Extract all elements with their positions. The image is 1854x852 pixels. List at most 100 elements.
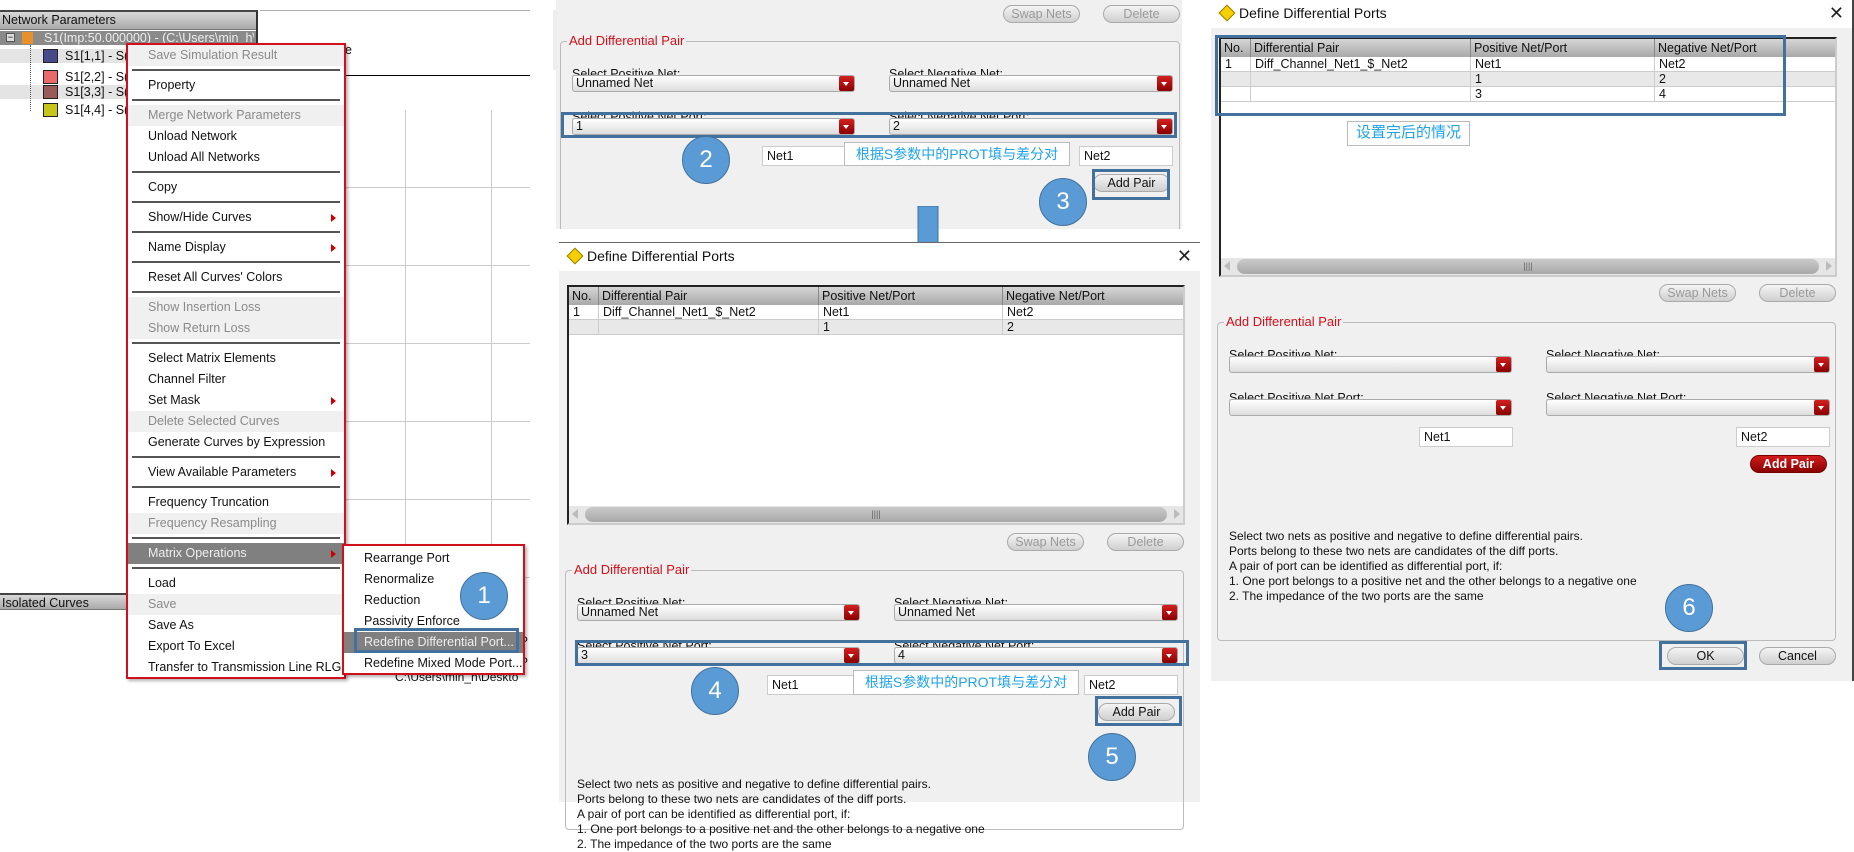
table-header-0[interactable]: No. (569, 287, 599, 305)
menu-item-property[interactable]: Property (128, 75, 344, 96)
scrollbar-thumb[interactable]: |||| (585, 507, 1167, 522)
net1-name-input[interactable]: Net1 (767, 675, 861, 695)
neg-port-select[interactable] (1546, 399, 1830, 416)
highlight-redefine-diff-port (354, 628, 519, 653)
cancel-button[interactable]: Cancel (1759, 647, 1836, 665)
dialog-title: Define Differential Ports (587, 248, 735, 264)
menu-item-select-matrix-elements[interactable]: Select Matrix Elements (128, 348, 344, 369)
menu-item-label: Channel Filter (148, 372, 226, 386)
help-text-line: 1. One port belongs to a positive net an… (1229, 574, 1637, 588)
dropdown-arrow-icon[interactable] (839, 76, 854, 91)
menu-item-transfer-to-transmission-line-rlgc[interactable]: Transfer to Transmission Line RLGC (128, 657, 344, 677)
dropdown-arrow-icon[interactable] (1814, 400, 1829, 415)
menu-item-show-insertion-loss: Show Insertion Loss (128, 297, 344, 318)
menu-item-copy[interactable]: Copy (128, 177, 344, 198)
menu-item-load[interactable]: Load (128, 573, 344, 594)
table-cell[interactable]: 2 (1003, 320, 1183, 335)
table-cell[interactable] (569, 320, 599, 335)
menu-item-label: Renormalize (364, 572, 435, 586)
scroll-left-icon[interactable] (572, 509, 578, 519)
collapse-icon[interactable]: − (6, 33, 15, 42)
add-differential-pair-group: Add Differential Pair Select Positive Net… (1217, 314, 1836, 641)
net1-name-input[interactable]: Net1 (762, 146, 856, 166)
menu-item-show-hide-curves[interactable]: Show/Hide Curves (128, 207, 344, 228)
net1-name-input[interactable]: Net1 (1419, 427, 1513, 447)
table-header-1[interactable]: Differential Pair (599, 287, 819, 305)
menu-item-reset-all-curves-colors[interactable]: Reset All Curves' Colors (128, 267, 344, 288)
menu-item-view-available-parameters[interactable]: View Available Parameters (128, 462, 344, 483)
curve-color-swatch[interactable] (43, 49, 58, 63)
menu-item-unload-network[interactable]: Unload Network (128, 126, 344, 147)
swap-nets-button[interactable]: Swap Nets (1003, 5, 1080, 23)
table-cell[interactable]: 1 (569, 305, 599, 320)
dropdown-arrow-icon[interactable] (1157, 76, 1172, 91)
scroll-right-icon[interactable] (1826, 261, 1832, 271)
delete-button[interactable]: Delete (1759, 284, 1836, 302)
table-cell[interactable]: Diff_Channel_Net1_$_Net2 (599, 305, 819, 320)
horizontal-scrollbar[interactable]: |||| (1221, 258, 1835, 275)
menu-item-name-display[interactable]: Name Display (128, 237, 344, 258)
dialog-title-bar: Define Differential Ports ✕ (1211, 0, 1852, 28)
menu-item-frequency-truncation[interactable]: Frequency Truncation (128, 492, 344, 513)
dropdown-arrow-icon[interactable] (1496, 400, 1511, 415)
help-text-line: 1. One port belongs to a positive net an… (577, 822, 985, 836)
dropdown-arrow-icon[interactable] (1162, 605, 1177, 620)
menu-item-export-to-excel[interactable]: Export To Excel (128, 636, 344, 657)
delete-button[interactable]: Delete (1103, 5, 1180, 23)
menu-item-unload-all-networks[interactable]: Unload All Networks (128, 147, 344, 168)
net2-name-input[interactable]: Net2 (1079, 146, 1173, 166)
menu-item-rearrange-port[interactable]: Rearrange Port (344, 548, 523, 569)
table-cell[interactable]: 1 (819, 320, 1003, 335)
menu-separator (132, 567, 340, 569)
menu-item-redefine-mixed-mode-port[interactable]: Redefine Mixed Mode Port... (344, 653, 523, 674)
net2-name-input[interactable]: Net2 (1084, 675, 1178, 695)
dialog-title: Define Differential Ports (1239, 5, 1387, 21)
delete-button[interactable]: Delete (1107, 533, 1184, 551)
horizontal-scrollbar[interactable]: |||| (569, 506, 1183, 523)
close-icon[interactable]: ✕ (1829, 0, 1844, 26)
differential-pairs-table: No. Differential Pair Positive Net/Port Neg… (567, 285, 1185, 525)
menu-item-save-as[interactable]: Save As (128, 615, 344, 636)
neg-net-value: Unnamed Net (898, 605, 976, 619)
menu-item-set-mask[interactable]: Set Mask (128, 390, 344, 411)
neg-net-select[interactable]: Unnamed Net (894, 604, 1178, 621)
menu-item-label: Frequency Truncation (148, 495, 269, 509)
scroll-left-icon[interactable] (1224, 261, 1230, 271)
menu-item-label: Passivity Enforce (364, 614, 460, 628)
curve-color-swatch[interactable] (43, 70, 58, 84)
menu-separator (132, 99, 340, 101)
pos-net-select[interactable]: Unnamed Net (577, 604, 860, 621)
scrollbar-thumb[interactable]: |||| (1237, 259, 1819, 274)
scroll-right-icon[interactable] (1174, 509, 1180, 519)
dropdown-arrow-icon[interactable] (1814, 357, 1829, 372)
table-cell[interactable]: Net1 (819, 305, 1003, 320)
swap-nets-button[interactable]: Swap Nets (1659, 284, 1736, 302)
highlight-port-selects-2 (575, 640, 1189, 666)
close-icon[interactable]: ✕ (1177, 243, 1192, 269)
dropdown-arrow-icon[interactable] (1496, 357, 1511, 372)
pos-port-select[interactable] (1229, 399, 1512, 416)
menu-item-label: Unload Network (148, 129, 237, 143)
dropdown-arrow-icon[interactable] (844, 605, 859, 620)
neg-net-select[interactable] (1546, 356, 1830, 373)
swap-nets-button[interactable]: Swap Nets (1007, 533, 1084, 551)
curve-color-swatch[interactable] (43, 85, 58, 99)
curve-color-swatch[interactable] (43, 103, 58, 117)
pos-net-select[interactable]: Unnamed Net (572, 75, 855, 92)
add-pair-button[interactable]: Add Pair (1750, 455, 1827, 473)
menu-item-generate-curves-by-expression[interactable]: Generate Curves by Expression (128, 432, 344, 453)
table-header-2[interactable]: Positive Net/Port (819, 287, 1003, 305)
context-menu: Save Simulation Result Property Merge Netw… (126, 43, 346, 679)
net2-name-input[interactable]: Net2 (1736, 427, 1830, 447)
pos-net-select[interactable] (1229, 356, 1512, 373)
app-diamond-icon (1218, 4, 1236, 22)
menu-item-label: Show Return Loss (148, 321, 251, 335)
table-cell[interactable] (599, 320, 819, 335)
menu-item-matrix-operations[interactable]: Matrix Operations (128, 543, 344, 564)
group-title: Add Differential Pair (1224, 314, 1344, 330)
table-cell[interactable]: Net2 (1003, 305, 1183, 320)
table-header-3[interactable]: Negative Net/Port (1003, 287, 1183, 305)
step-2-callout: 2 (682, 136, 730, 184)
neg-net-select[interactable]: Unnamed Net (889, 75, 1173, 92)
menu-item-channel-filter[interactable]: Channel Filter (128, 369, 344, 390)
